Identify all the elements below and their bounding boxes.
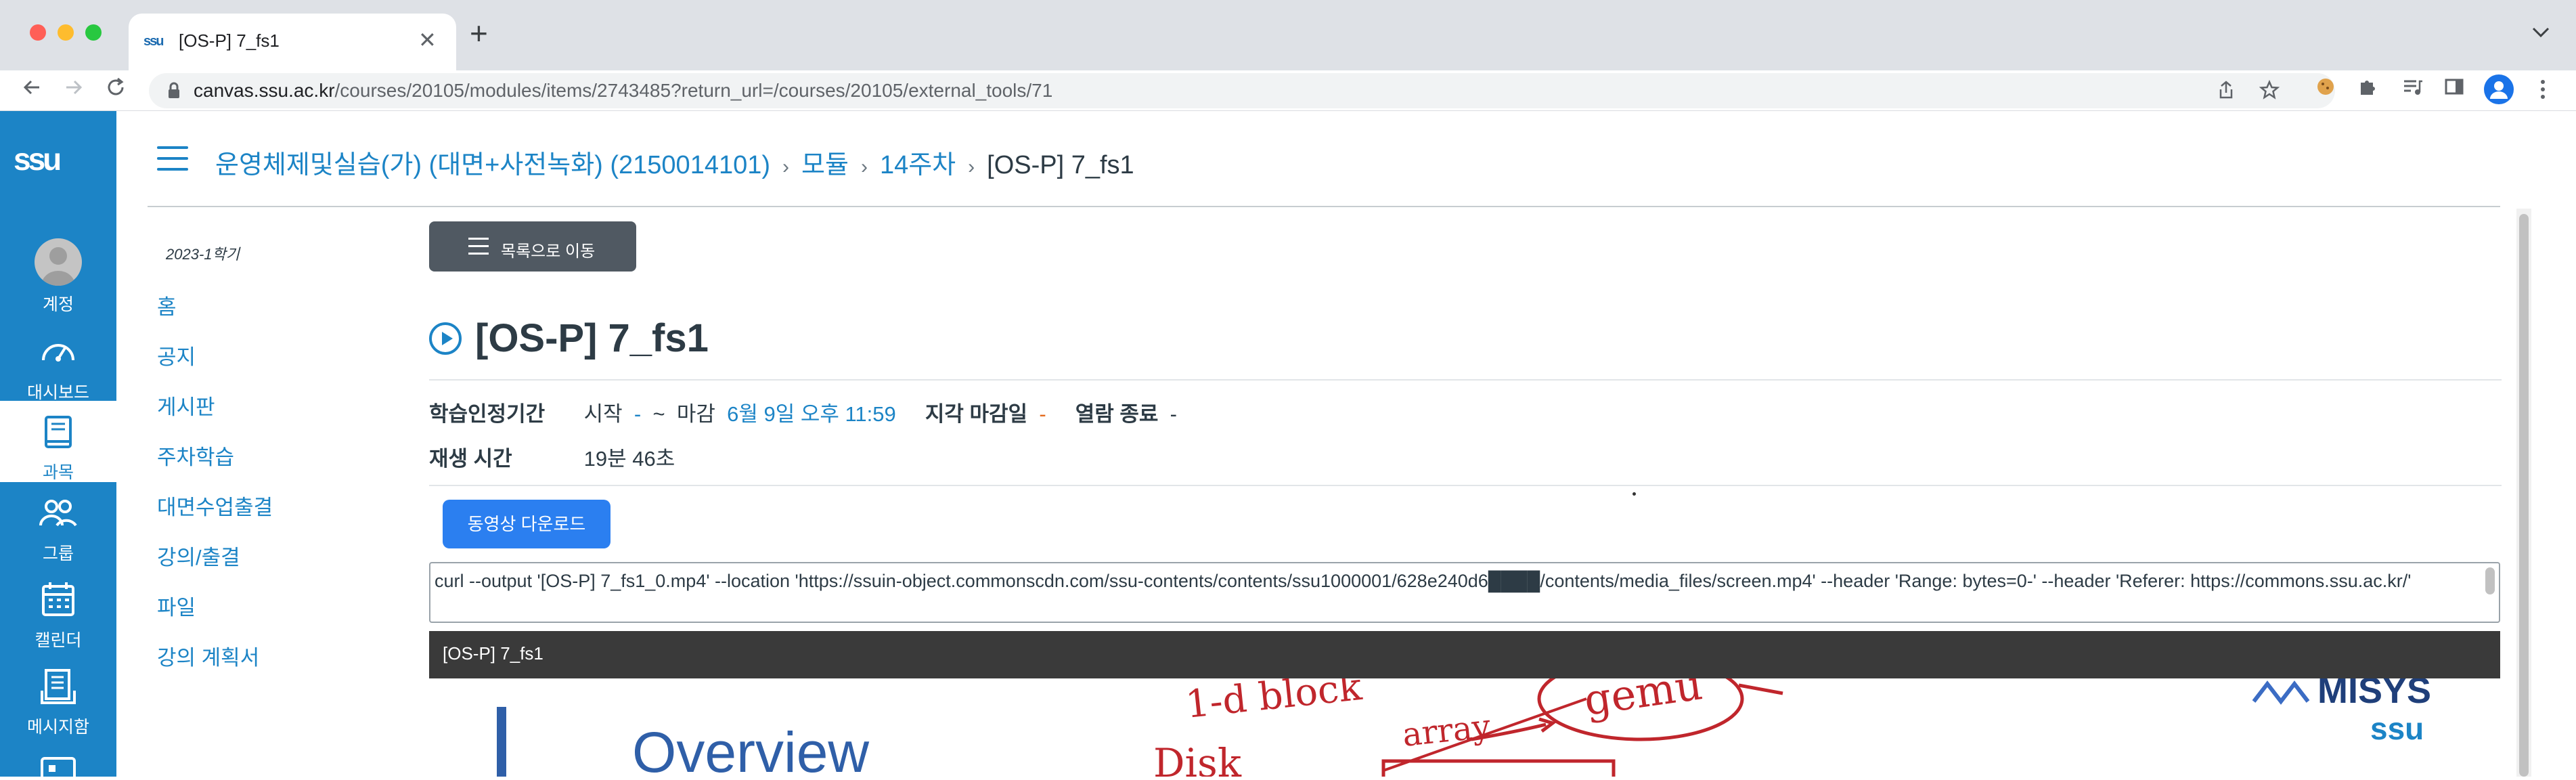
people-icon [39,500,77,527]
download-video-button[interactable]: 동영상 다운로드 [443,500,610,548]
global-navigation: ssu 계정 대시보드 과목 그룹 캘린더 메시지함 [0,111,116,780]
misys-logo: MISYS [2317,678,2431,711]
reload-icon[interactable] [104,76,127,99]
user-avatar [35,238,82,286]
divider [429,379,2502,381]
tab-title: [OS-P] 7_fs1 [179,30,280,51]
lock-icon [169,82,179,98]
media-queue-icon[interactable] [2401,76,2423,98]
deadline-value: 6월 9일 오후 11:59 [727,402,896,426]
global-nav-calendar[interactable]: 캘린더 [0,569,116,650]
global-nav-more-icon[interactable] [37,753,80,780]
cookie-extension-icon[interactable] [2315,76,2336,98]
stray-dot [1633,492,1636,496]
handwriting-gemu: gemu [1581,678,1706,725]
learning-period-row: 학습인정기간 시작 - ~ 마감 6월 9일 오후 11:59 지각 마감일 -… [429,402,1177,426]
window-close-button[interactable] [30,24,46,41]
breadcrumb-week-link[interactable]: 14주차 [880,151,956,179]
new-tab-button[interactable]: + [470,18,488,49]
page-title: [OS-P] 7_fs1 [475,316,709,360]
course-nav-announcements[interactable]: 공지 [157,340,196,370]
header-divider [148,206,2500,207]
chevron-down-icon[interactable] [2531,26,2550,39]
breadcrumb-separator-icon: › [860,156,868,178]
divider [429,485,2502,486]
course-nav-lectures[interactable]: 강의/출결 [157,540,240,571]
window-minimize-button[interactable] [58,24,74,41]
share-icon[interactable] [2217,80,2235,100]
list-icon [468,238,489,260]
global-nav-inbox[interactable]: 메시지함 [0,655,116,737]
breadcrumb: 운영체제및실습(가) (대면+사전녹화) (2150014101) › 모듈 › 14주… [215,144,1134,181]
ssu-logo[interactable]: ssu [14,141,62,177]
profile-avatar-icon[interactable] [2484,74,2514,104]
video-title-bar: [OS-P] 7_fs1 [429,631,2500,678]
term-label: 2023-1학기 [166,246,240,263]
browser-tab-strip: ssu [OS-P] 7_fs1 ✕ + [0,0,2576,70]
back-to-list-button[interactable]: 목록으로 이동 [429,221,636,272]
url-text: canvas.ssu.ac.kr/courses/20105/modules/i… [194,80,1053,101]
handwriting-disk: Disk [1153,740,1242,777]
duration-row: 재생 시간 19분 46초 [429,447,675,471]
browser-toolbar: canvas.ssu.ac.kr/courses/20105/modules/i… [0,70,2576,111]
video-player[interactable]: Overview 1-d block array gemu Disk MISYS… [429,678,2500,777]
breadcrumb-course-link[interactable]: 운영체제및실습(가) (대면+사전녹화) (2150014101) [215,151,770,179]
tab-close-icon[interactable]: ✕ [418,27,437,53]
inbox-icon [41,669,76,704]
handwriting-block: 1-d block [1184,678,1364,727]
global-nav-courses[interactable]: 과목 [0,401,116,482]
course-nav-discussions[interactable]: 게시판 [157,390,215,420]
curl-command-textarea[interactable]: curl --output '[OS-P] 7_fs1_0.mp4' --loc… [429,562,2500,623]
course-nav-attendance[interactable]: 대면수업출결 [157,490,273,521]
course-menu-toggle-icon[interactable] [157,146,188,179]
course-nav-files[interactable]: 파일 [157,590,196,621]
more-menu-icon[interactable] [2539,79,2546,100]
global-nav-dashboard[interactable]: 대시보드 [0,321,116,402]
course-nav-weekly-learning[interactable]: 주차학습 [157,440,234,471]
textarea-scrollbar[interactable] [2485,567,2495,594]
lecture-slide: Overview 1-d block array gemu Disk MISYS… [497,678,2431,777]
course-nav-home[interactable]: 홈 [157,290,177,320]
browser-tab-active[interactable]: ssu [OS-P] 7_fs1 ✕ [129,14,456,70]
global-nav-groups[interactable]: 그룹 [0,482,116,563]
puzzle-extensions-icon[interactable] [2357,76,2378,98]
address-bar[interactable]: canvas.ssu.ac.kr/courses/20105/modules/i… [149,73,2335,108]
forward-arrow-icon[interactable] [62,76,85,99]
back-arrow-icon[interactable] [20,76,43,99]
global-nav-account[interactable]: 계정 [0,228,116,316]
calendar-icon [42,582,74,616]
ssu-favicon-icon: ssu [143,34,164,49]
page-scrollbar[interactable] [2516,209,2531,777]
slide-heading: Overview [632,720,869,777]
play-circle-icon [429,322,462,355]
book-icon [45,416,72,448]
breadcrumb-current: [OS-P] 7_fs1 [987,151,1134,179]
bookmark-star-icon[interactable] [2259,80,2280,100]
breadcrumb-modules-link[interactable]: 모듈 [801,151,849,179]
ssu-slide-logo: ssu [2370,711,2424,746]
side-panel-icon[interactable] [2443,76,2465,98]
course-nav-syllabus[interactable]: 강의 계획서 [157,641,259,671]
window-maximize-button[interactable] [85,24,102,41]
dashboard-gauge-icon [42,344,74,362]
breadcrumb-separator-icon: › [782,156,790,178]
breadcrumb-separator-icon: › [968,156,975,178]
